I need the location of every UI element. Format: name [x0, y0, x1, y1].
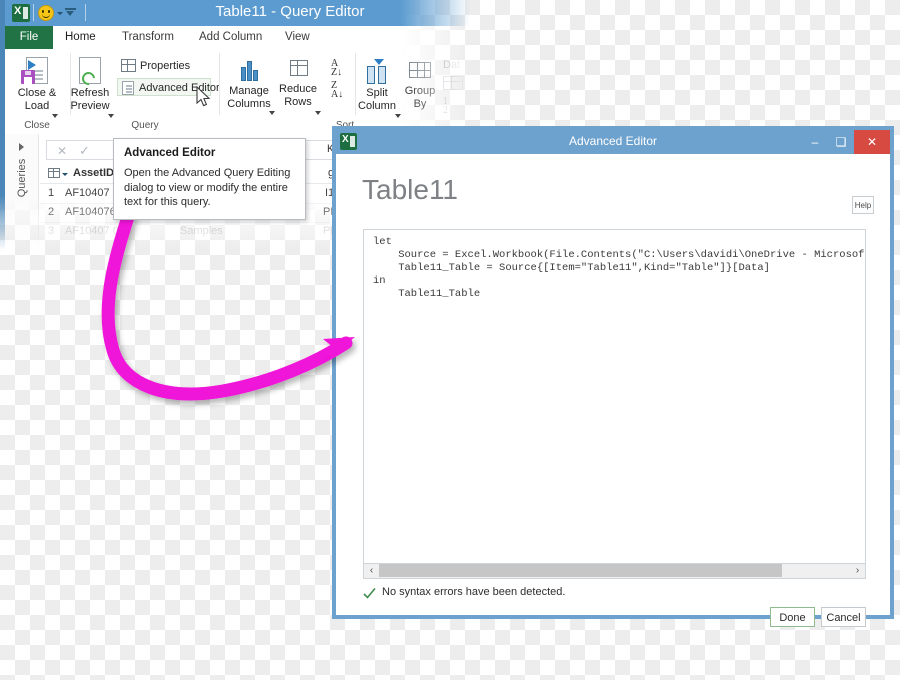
cell-assetid: AF10407: [65, 187, 110, 199]
properties-icon: [121, 59, 136, 72]
minimize-button[interactable]: –: [802, 130, 828, 154]
ribbon-accent: [0, 49, 5, 134]
reduce-rows-label-1: Reduce: [279, 83, 317, 95]
done-button[interactable]: Done: [770, 607, 815, 627]
checkmark-icon: [363, 587, 376, 599]
tab-file[interactable]: File: [5, 26, 53, 49]
cancel-button[interactable]: Cancel: [821, 607, 866, 627]
help-button[interactable]: Help: [852, 196, 874, 214]
syntax-status-text: No syntax errors have been detected.: [382, 586, 566, 598]
cell-name: Samples: [180, 225, 223, 237]
scroll-right-arrow-icon[interactable]: ›: [850, 564, 865, 577]
expand-queries-icon[interactable]: [19, 143, 24, 151]
reduce-rows-icon: [290, 60, 308, 76]
chevron-down-icon[interactable]: [108, 114, 114, 118]
cancel-icon[interactable]: ✕: [57, 144, 67, 158]
split-column-icon: [367, 64, 387, 84]
sort-descending-icon[interactable]: Z A↓: [331, 81, 343, 100]
properties-button[interactable]: Properties: [119, 57, 199, 75]
advanced-editor-dialog: Advanced Editor – ❑ ✕ Table11 Help let S…: [332, 126, 894, 627]
save-icon: [21, 70, 35, 84]
query-code-text: let Source = Excel.Workbook(File.Content…: [373, 236, 865, 300]
sort-ascending-icon[interactable]: A Z↓: [331, 59, 342, 78]
advanced-editor-tooltip: Advanced Editor Open the Advanced Query …: [113, 138, 306, 220]
advanced-editor-body: Table11 Help let Source = Excel.Workbook…: [336, 154, 890, 627]
row-index: 2: [48, 206, 55, 218]
group-by-label-2: By: [413, 97, 427, 110]
maximize-button[interactable]: ❑: [828, 130, 854, 154]
columns-icon: [241, 59, 259, 81]
query-name-heading: Table11: [362, 174, 459, 205]
group-by-icon: [409, 62, 431, 78]
reduce-rows-button[interactable]: Reduce Rows: [274, 57, 322, 115]
number-sort-icon: 12: [443, 96, 448, 116]
chevron-down-icon[interactable]: [62, 173, 68, 176]
scroll-left-arrow-icon[interactable]: ‹: [364, 564, 379, 577]
manage-columns-label-1: Manage: [229, 85, 269, 97]
row-index: 3: [48, 225, 55, 237]
chevron-down-icon[interactable]: [52, 114, 58, 118]
chevron-down-icon[interactable]: [269, 111, 275, 115]
table-options-icon[interactable]: [48, 168, 60, 178]
properties-label: Properties: [140, 60, 191, 72]
group-by-label-1: Group: [404, 85, 436, 97]
split-column-label-1: Split: [366, 87, 388, 99]
advanced-editor-title-bar[interactable]: Advanced Editor – ❑ ✕: [336, 130, 890, 154]
manage-columns-label-2: Columns: [227, 97, 271, 110]
window-title: Table11 - Query Editor: [215, 3, 365, 20]
split-column-button[interactable]: Split Column: [355, 57, 401, 118]
refresh-preview-label-2: Preview: [70, 99, 110, 112]
query-editor-title-bar: Table11 - Query Editor: [0, 0, 470, 26]
table-icon: [443, 76, 463, 90]
code-horizontal-scrollbar[interactable]: ‹ ›: [363, 564, 866, 579]
queries-sidebar-label: Queries: [16, 158, 28, 198]
scrollbar-thumb[interactable]: [379, 564, 782, 577]
close-and-load-label-1: Close &: [17, 87, 57, 99]
ribbon-group-label-close: Close: [24, 120, 50, 131]
reduce-rows-label-2: Rows: [284, 95, 312, 108]
ribbon-divider-2: [219, 53, 220, 115]
tooltip-body: Open the Advanced Query Editing dialog t…: [124, 167, 291, 208]
tab-transform[interactable]: Transform: [122, 26, 174, 49]
queries-sidebar[interactable]: Queries: [5, 134, 39, 250]
ribbon-group-label-query: Query: [131, 120, 159, 131]
refresh-preview-button[interactable]: Refresh Preview: [64, 57, 116, 118]
column-header-assetid[interactable]: AssetID: [73, 167, 114, 179]
manage-columns-button[interactable]: Manage Columns: [224, 57, 275, 115]
close-button[interactable]: ✕: [854, 130, 890, 154]
split-column-label-2: Column: [358, 99, 396, 112]
chevron-down-icon[interactable]: [395, 114, 401, 118]
data-type-label: Dat: [443, 59, 461, 71]
close-and-load-button[interactable]: Close & Load: [9, 57, 65, 118]
close-and-load-label-2: Load: [24, 99, 50, 112]
split-arrow-icon: [374, 59, 384, 65]
mouse-cursor-icon: [196, 86, 211, 107]
export-arrow-icon: [28, 60, 36, 70]
tooltip-title: Advanced Editor: [124, 147, 216, 159]
chevron-down-icon[interactable]: [315, 111, 321, 115]
row-index: 1: [48, 187, 55, 199]
advanced-editor-icon: [122, 81, 134, 95]
checkmark-icon[interactable]: ✓: [79, 143, 90, 159]
group-by-button[interactable]: Group By: [399, 57, 441, 110]
tab-add-column[interactable]: Add Column: [199, 26, 262, 49]
cell-assetid: AF10407 080: [65, 225, 132, 237]
refresh-preview-label-1: Refresh: [70, 87, 110, 99]
ribbon-tab-bar: File Home Transform Add Column View: [0, 26, 470, 50]
tab-view[interactable]: View: [285, 26, 310, 49]
query-code-editor[interactable]: let Source = Excel.Workbook(File.Content…: [363, 229, 866, 564]
tab-home[interactable]: Home: [65, 26, 96, 49]
ribbon: Close & Load Close Refresh Preview Prope…: [0, 49, 470, 135]
